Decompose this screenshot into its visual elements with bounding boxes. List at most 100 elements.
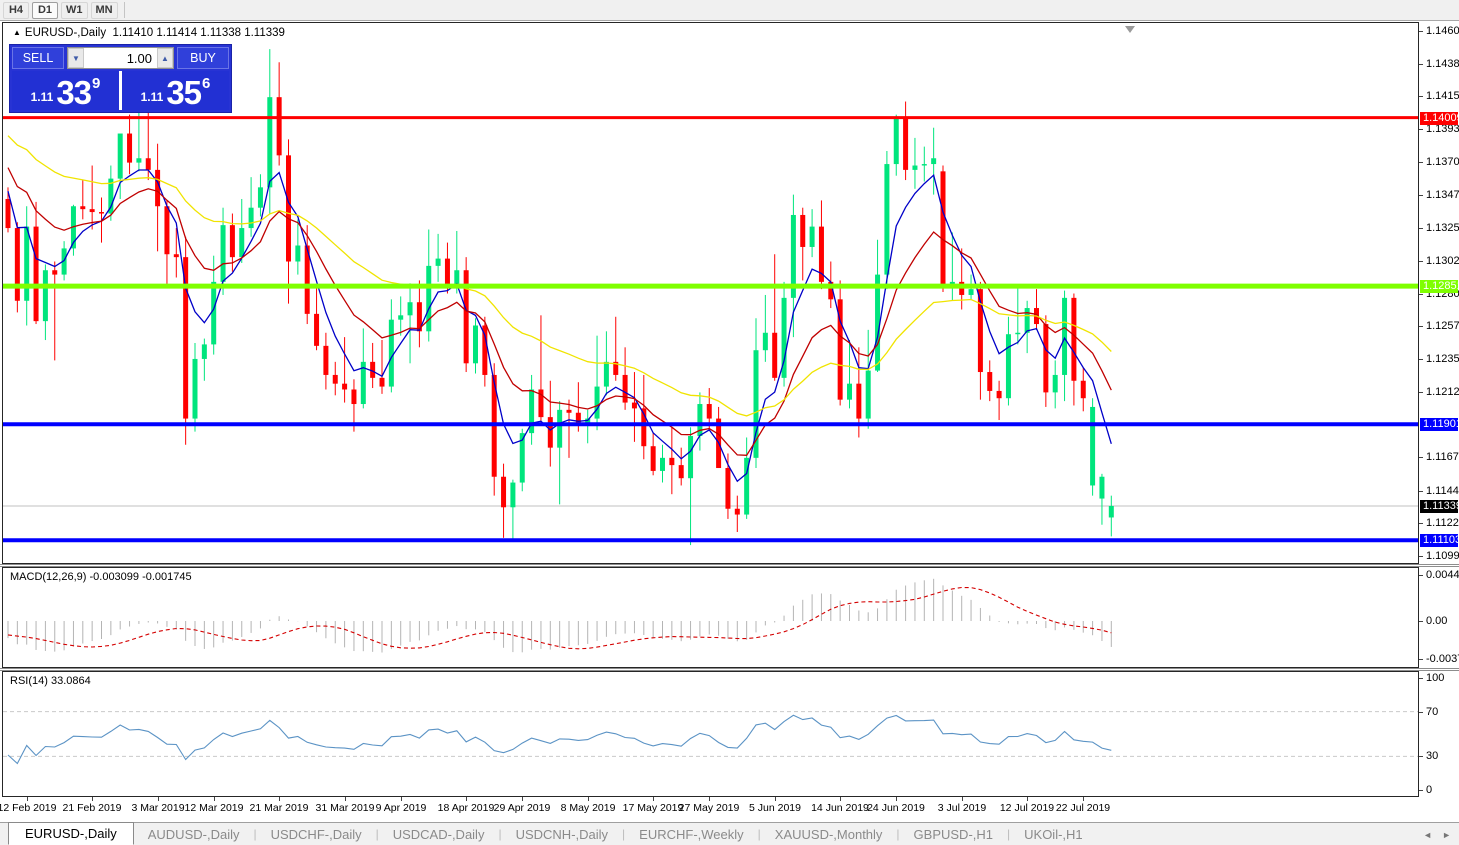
date-label: 12 Mar 2019 (181, 802, 247, 814)
date-tick (345, 797, 346, 801)
date-label: 3 Jul 2019 (929, 802, 995, 814)
date-label: 9 Apr 2019 (368, 802, 434, 814)
timeframe-button-mn[interactable]: MN (91, 2, 118, 19)
tab-ukoil[interactable]: UKOil-,H1 (1010, 825, 1097, 844)
price-axis-tick (1419, 162, 1423, 163)
candle (342, 384, 347, 390)
candle (1099, 477, 1104, 499)
tab-usdcnh[interactable]: USDCNH-,Daily (502, 825, 622, 844)
candle (1025, 308, 1030, 333)
candle (912, 166, 917, 170)
price-axis-tick-label: 1.13705 (1426, 156, 1459, 169)
date-tick (1083, 797, 1084, 801)
tab-eurchf[interactable]: EURCHF-,Weekly (625, 825, 758, 844)
rsi-axis-tick (1419, 756, 1423, 757)
candle (1109, 506, 1114, 517)
candle (903, 119, 908, 170)
date-label: 27 May 2019 (676, 802, 742, 814)
candle (1043, 324, 1048, 392)
macd-chart[interactable] (3, 568, 1418, 667)
candle (286, 155, 291, 261)
candle (193, 359, 198, 419)
candle (735, 509, 740, 515)
candle (1053, 375, 1058, 392)
trading-terminal-window: H4D1W1MN ▲EURUSD-,Daily 1.11410 1.11414 … (0, 0, 1459, 845)
date-label: 22 Jul 2019 (1050, 802, 1116, 814)
tab-eurusd[interactable]: EURUSD-,Daily (8, 822, 134, 845)
candle (202, 344, 207, 359)
sell-price-box[interactable]: 1.11 33 9 (12, 71, 119, 110)
price-axis-tick-label: 1.12575 (1426, 320, 1459, 333)
candle (501, 477, 506, 508)
candle (669, 458, 674, 465)
volume-spinner: ▼ ▲ (67, 47, 174, 69)
date-tick (522, 797, 523, 801)
tab-scroll-right-icon[interactable]: ► (1442, 830, 1451, 840)
timeframe-button-d1[interactable]: D1 (32, 2, 58, 19)
buy-price-box[interactable]: 1.11 35 6 (122, 71, 229, 110)
sell-price-pipette: 9 (92, 75, 100, 92)
macd-axis-label: 0.004465 (1426, 569, 1459, 582)
timeframe-button-h4[interactable]: H4 (3, 2, 29, 19)
volume-decrease-icon[interactable]: ▼ (68, 48, 84, 68)
candle (1006, 334, 1011, 398)
date-tick (896, 797, 897, 801)
candle (941, 171, 946, 286)
price-axis-tick (1419, 228, 1423, 229)
volume-input[interactable] (84, 48, 157, 68)
candle (884, 164, 889, 275)
macd-indicator-panel[interactable]: MACD(12,26,9) -0.003099 -0.001745 (2, 567, 1419, 668)
rsi-axis-tick (1419, 790, 1423, 791)
one-click-trading-panel: SELL ▼ ▲ BUY 1.11 33 9 1.11 35 6 (9, 44, 232, 113)
candle (90, 209, 95, 212)
candle (333, 375, 338, 384)
tab-usdchf[interactable]: USDCHF-,Daily (257, 825, 376, 844)
price-axis-tick (1419, 294, 1423, 295)
date-axis[interactable]: 12 Feb 201921 Feb 20193 Mar 201912 Mar 2… (0, 797, 1459, 822)
buy-button[interactable]: BUY (177, 47, 229, 69)
volume-increase-icon[interactable]: ▲ (157, 48, 173, 68)
price-axis-tick-label: 1.11675 (1426, 451, 1459, 464)
sell-price-prefix: 1.11 (31, 90, 54, 104)
rsi-indicator-panel[interactable]: RSI(14) 33.0864 (2, 671, 1419, 797)
rsi-axis[interactable]: 10070300 (1419, 671, 1459, 797)
price-axis-tick-label: 1.14155 (1426, 90, 1459, 103)
candle (997, 391, 1002, 398)
candle (34, 227, 39, 322)
candle (99, 212, 104, 213)
macd-axis[interactable]: 0.0044650.00-0.003715 (1419, 567, 1459, 668)
macd-axis-tick (1419, 621, 1423, 622)
collapse-triangle-icon[interactable]: ▲ (13, 28, 21, 37)
candle (1090, 407, 1095, 486)
candle (118, 134, 123, 179)
chart-ohlc-values: 1.11410 1.11414 1.11338 1.11339 (112, 27, 284, 39)
date-tick (588, 797, 589, 801)
date-tick (466, 797, 467, 801)
candle (221, 225, 226, 282)
sell-button[interactable]: SELL (12, 47, 64, 69)
price-axis-tick (1419, 31, 1423, 32)
candle (43, 270, 48, 321)
tab-scroll-left-icon[interactable]: ◄ (1423, 830, 1432, 840)
tab-gbpusd[interactable]: GBPUSD-,H1 (900, 825, 1007, 844)
price-axis[interactable]: 1.146051.143801.141551.139301.137051.134… (1419, 22, 1459, 564)
date-label: 12 Feb 2019 (0, 802, 60, 814)
price-axis-tick (1419, 523, 1423, 524)
price-axis-tick (1419, 129, 1423, 130)
macd-label: MACD(12,26,9) -0.003099 -0.001745 (10, 571, 192, 583)
timeframe-button-w1[interactable]: W1 (61, 2, 88, 19)
price-axis-tick-label: 1.14605 (1426, 25, 1459, 38)
price-level-badge: 1.12851 (1420, 280, 1458, 293)
candle (146, 158, 151, 170)
rsi-axis-tick (1419, 678, 1423, 679)
tab-usdcad[interactable]: USDCAD-,Daily (379, 825, 499, 844)
macd-axis-tick (1419, 575, 1423, 576)
price-chart-panel[interactable]: ▲EURUSD-,Daily 1.11410 1.11414 1.11338 1… (2, 22, 1419, 564)
candle (510, 483, 515, 508)
date-tick (401, 797, 402, 801)
date-tick (709, 797, 710, 801)
tab-audusd[interactable]: AUDUSD-,Daily (134, 825, 254, 844)
macd-axis-label: -0.003715 (1426, 653, 1459, 666)
rsi-chart[interactable] (3, 672, 1418, 796)
tab-xauusd[interactable]: XAUUSD-,Monthly (761, 825, 897, 844)
